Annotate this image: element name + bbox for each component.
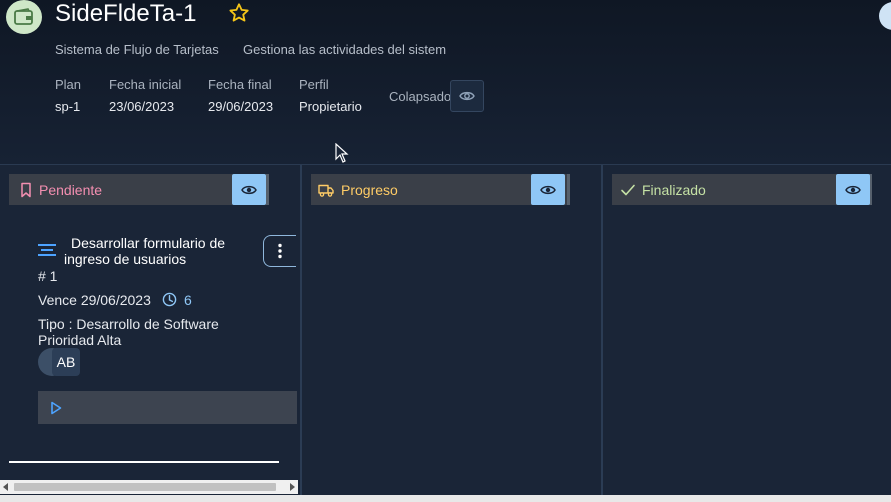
board-title: SideFldeTa-1 [55, 0, 197, 27]
column-visibility-button[interactable] [836, 174, 870, 205]
board-description: Gestiona las actividades del sistem [243, 42, 447, 57]
board-divider [0, 164, 891, 165]
profile-label: Perfil [299, 77, 329, 92]
assignee-avatar[interactable]: AB [52, 348, 80, 376]
column-header-finalizado: Finalizado [612, 174, 872, 205]
end-date-value: 29/06/2023 [208, 99, 274, 114]
card-time-count: 6 [184, 292, 192, 308]
truck-icon [318, 184, 334, 197]
mouse-cursor-icon [335, 143, 349, 163]
end-date-label: Fecha final [208, 77, 272, 92]
card-menu-button[interactable] [263, 235, 296, 267]
column-visibility-button[interactable] [531, 174, 565, 205]
star-icon[interactable] [228, 2, 250, 24]
plan-label: Plan [55, 77, 82, 92]
bookmark-icon [21, 182, 31, 198]
column-progress-bar [9, 461, 279, 463]
column-header-pendiente: Pendiente [9, 174, 269, 205]
card-priority: Prioridad Alta [38, 332, 122, 348]
start-date-label: Fecha inicial [109, 77, 182, 92]
clock-icon [162, 292, 177, 307]
card-type: Tipo : Desarrollo de Software [38, 316, 219, 332]
description-icon [38, 244, 56, 256]
column-header-progreso: Progreso [311, 174, 570, 205]
card-start-button[interactable] [38, 391, 297, 424]
user-avatar[interactable] [879, 2, 891, 30]
column-visibility-button[interactable] [232, 174, 266, 205]
start-date-value: 23/06/2023 [109, 99, 175, 114]
eye-icon [459, 91, 475, 101]
column-title: Pendiente [39, 182, 103, 198]
play-icon [51, 401, 62, 415]
scrollbar-thumb[interactable] [14, 483, 276, 491]
more-vertical-icon [278, 243, 282, 259]
horizontal-scrollbar[interactable] [0, 480, 298, 494]
board-header: SideFldeTa-1 Sistema de Flujo de Tarjeta… [0, 0, 891, 164]
eye-icon [241, 185, 257, 194]
check-icon [621, 184, 635, 196]
card-title[interactable]: Desarrollar formulario de ingreso de usu… [64, 235, 264, 267]
plan-value: sp-1 [55, 99, 81, 114]
scroll-right-icon[interactable] [290, 483, 295, 491]
wallet-icon[interactable] [6, 0, 42, 34]
column-title: Progreso [341, 182, 398, 198]
column-divider [300, 165, 302, 495]
column-divider [601, 165, 603, 495]
profile-value: Propietario [299, 99, 362, 114]
board-system-name: Sistema de Flujo de Tarjetas [55, 42, 219, 57]
collapsed-toggle-button[interactable] [450, 80, 484, 112]
eye-icon [845, 185, 861, 194]
scroll-left-icon[interactable] [3, 483, 8, 491]
page-bottom-edge [0, 495, 891, 502]
collapsed-label: Colapsado [389, 89, 452, 104]
column-title: Finalizado [642, 182, 706, 198]
eye-icon [540, 185, 556, 194]
card-due-date: Vence 29/06/2023 [38, 292, 151, 308]
card-number: # 1 [38, 268, 58, 284]
